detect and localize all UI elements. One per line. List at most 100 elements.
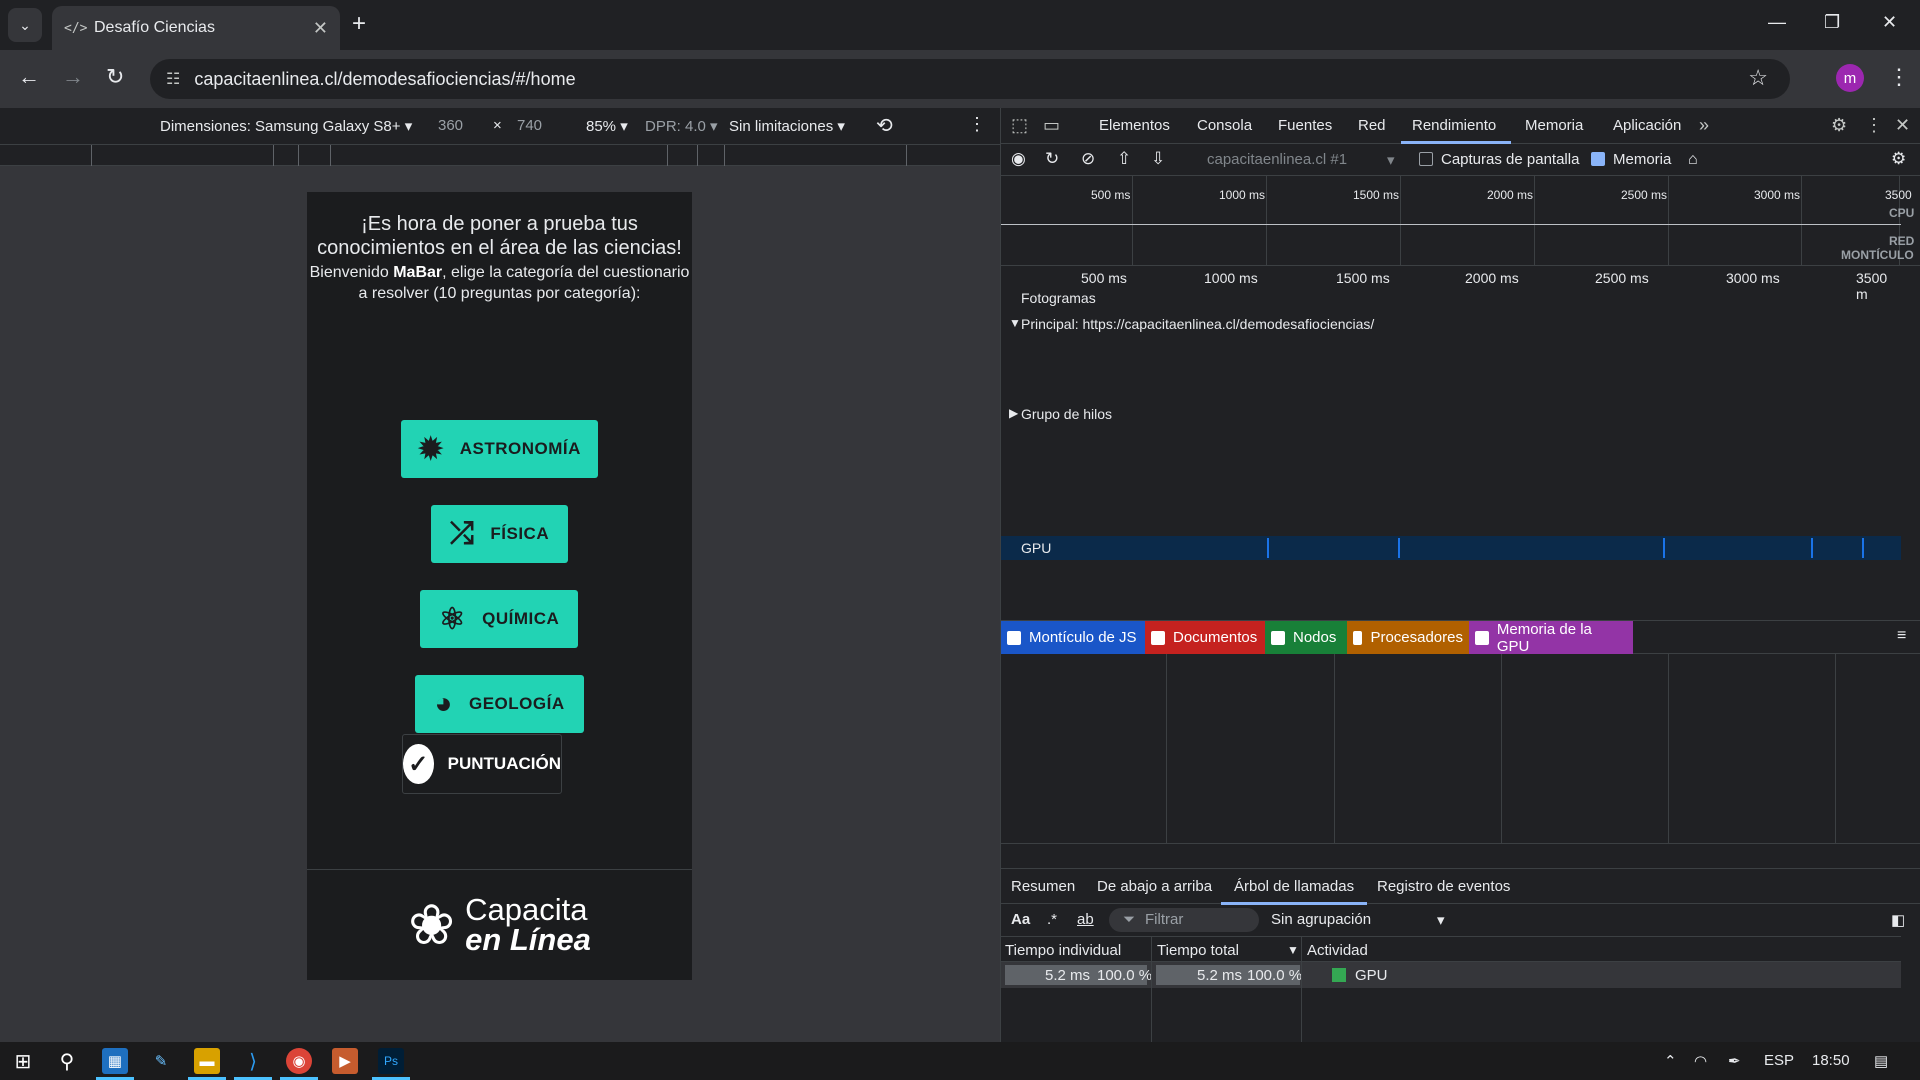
screenshots-checkbox[interactable]: Capturas de pantalla [1419,151,1579,168]
vscode-icon[interactable]: ⟩ [240,1048,266,1074]
tray-overflow-icon[interactable]: ⌃ [1664,1052,1677,1070]
calculator-icon[interactable]: ▦ [102,1048,128,1074]
site-info-icon[interactable]: ☷ [166,69,180,89]
frames-track[interactable]: Fotogramas [1021,290,1096,306]
grouping-select[interactable]: Sin agrupación [1271,911,1371,928]
close-tab-icon[interactable]: ✕ [313,18,328,39]
download-icon[interactable]: ⇩ [1151,149,1165,169]
back-icon[interactable]: ← [18,64,40,90]
tab-memoria[interactable]: Memoria [1525,117,1583,134]
regex-icon[interactable]: .* [1047,911,1057,928]
device-select[interactable]: Dimensiones: Samsung Galaxy S8+ ▾ [160,117,412,135]
device-menu-icon[interactable]: ⋮ [968,114,986,135]
zoom-select[interactable]: 85% ▾ [586,117,628,135]
width-input[interactable]: 360 [438,117,463,134]
settings-gear-icon[interactable]: ⚙ [1831,115,1847,136]
devtools-menu-icon[interactable]: ⋮ [1865,115,1883,136]
media-app-icon[interactable]: ▶ [332,1048,358,1074]
windows-start-icon[interactable]: ⊞ [10,1048,36,1074]
dpr-select[interactable]: DPR: 4.0 ▾ [645,117,718,135]
profile-avatar[interactable]: m [1836,64,1864,92]
memory-chart[interactable] [1001,654,1920,844]
browser-tab[interactable]: </> Desafío Ciencias ✕ [52,6,340,50]
score-button[interactable]: ✓ PUNTUACIÓN [402,734,562,794]
table-row[interactable]: 5.2 ms 100.0 % 5.2 ms 100.0 % GPU [1001,962,1901,988]
close-window-icon[interactable]: ✕ [1882,12,1897,33]
upload-icon[interactable]: ⇧ [1117,149,1131,169]
tab-aplicacion[interactable]: Aplicación [1613,117,1681,134]
whole-word-icon[interactable]: ab [1077,911,1094,928]
tab-event-log[interactable]: Registro de eventos [1377,878,1510,895]
capture-settings-icon[interactable]: ⚙ [1891,149,1906,169]
address-bar[interactable]: ☷ capacitaenlinea.cl/demodesafiociencias… [150,59,1790,99]
memory-checkbox[interactable]: Memoria [1591,151,1671,168]
physics-button[interactable]: ⤮ FÍSICA [431,505,568,563]
tab-rendimiento[interactable]: Rendimiento [1412,117,1496,134]
bookmark-star-icon[interactable]: ☆ [1748,65,1768,91]
browser-menu-icon[interactable]: ⋮ [1888,64,1910,90]
forward-icon[interactable]: → [62,64,84,90]
reload-icon[interactable]: ↻ [106,64,124,90]
col-total-time[interactable]: Tiempo total [1157,942,1239,959]
inspect-icon[interactable]: ⬚ [1011,115,1028,136]
notes-app-icon[interactable]: ✎ [148,1048,174,1074]
clear-icon[interactable]: ⊘ [1081,149,1095,169]
notifications-icon[interactable]: ▤ [1874,1052,1888,1070]
file-explorer-icon[interactable]: ▬ [194,1048,220,1074]
timeline-overview[interactable]: 500 ms 1000 ms 1500 ms 2000 ms 2500 ms 3… [1001,176,1920,266]
chrome-icon[interactable]: ◉ [286,1048,312,1074]
geology-button[interactable]: ◕ GEOLOGÍA [415,675,584,733]
tab-title: Desafío Ciencias [94,19,215,36]
legend-gpu-memory[interactable]: Memoria de la GPU [1469,621,1633,655]
chemistry-button[interactable]: ⚛ QUÍMICA [420,590,578,648]
tab-fuentes[interactable]: Fuentes [1278,117,1332,134]
legend-js-heap[interactable]: Montículo de JS [1001,621,1145,654]
pen-icon[interactable]: ✒ [1728,1052,1741,1070]
legend-documents[interactable]: Documentos [1145,621,1265,654]
match-case-icon[interactable]: Aa [1011,911,1030,928]
recording-chevron-icon[interactable]: ▾ [1387,151,1395,169]
expand-triangle-icon[interactable]: ▼ [1009,316,1021,330]
sidebar-toggle-icon[interactable]: ◧ [1891,911,1905,929]
recording-select[interactable]: capacitaenlinea.cl #1 [1207,151,1347,168]
height-input[interactable]: 740 [517,117,542,134]
total-time-value: 5.2 ms [1197,967,1243,984]
media-query-ruler[interactable] [0,144,1000,167]
gpu-track[interactable]: GPU [1001,536,1901,560]
clock[interactable]: 18:50 [1812,1052,1850,1069]
legend-nodes[interactable]: Nodos [1265,621,1347,654]
tab-consola[interactable]: Consola [1197,117,1252,134]
language-indicator[interactable]: ESP [1764,1052,1794,1069]
legend-listeners[interactable]: Procesadores [1347,621,1469,654]
photoshop-icon[interactable]: Ps [378,1048,404,1074]
tab-search-button[interactable]: ⌄ [8,8,42,42]
col-activity[interactable]: Actividad [1307,942,1368,959]
collapse-triangle-icon[interactable]: ▶ [1009,406,1018,420]
search-icon[interactable]: ⚲ [54,1048,80,1074]
minimize-icon[interactable]: — [1768,12,1786,33]
main-track[interactable]: Principal: https://capacitaenlinea.cl/de… [1021,316,1374,332]
more-tabs-icon[interactable]: » [1699,115,1709,136]
close-devtools-icon[interactable]: ✕ [1895,115,1910,136]
tab-resumen[interactable]: Resumen [1011,878,1075,895]
rotate-icon[interactable]: ⟲ [876,113,893,138]
tab-bottom-up[interactable]: De abajo a arriba [1097,878,1212,895]
filter-placeholder: Filtrar [1145,911,1184,928]
broom-icon[interactable]: ⌂ [1688,151,1698,169]
threadpool-track[interactable]: Grupo de hilos [1021,406,1112,422]
throttle-select[interactable]: Sin limitaciones ▾ [729,117,845,135]
restore-icon[interactable]: ❐ [1824,12,1840,33]
astronomy-button[interactable]: ✹ ASTRONOMÍA [401,420,598,478]
ruler-tick: 500 ms [1081,270,1127,286]
tab-elementos[interactable]: Elementos [1099,117,1170,134]
col-self-time[interactable]: Tiempo individual [1005,942,1121,959]
tab-call-tree[interactable]: Árbol de llamadas [1234,878,1354,895]
wifi-icon[interactable]: ◠ [1694,1052,1707,1070]
record-icon[interactable]: ◉ [1011,149,1026,169]
device-toggle-icon[interactable]: ▭ [1043,115,1060,136]
hamburger-icon[interactable]: ≡ [1897,627,1906,645]
new-tab-button[interactable]: + [352,10,366,38]
grouping-chevron-icon[interactable]: ▾ [1437,911,1445,929]
reload-record-icon[interactable]: ↻ [1045,149,1059,169]
tab-red[interactable]: Red [1358,117,1386,134]
